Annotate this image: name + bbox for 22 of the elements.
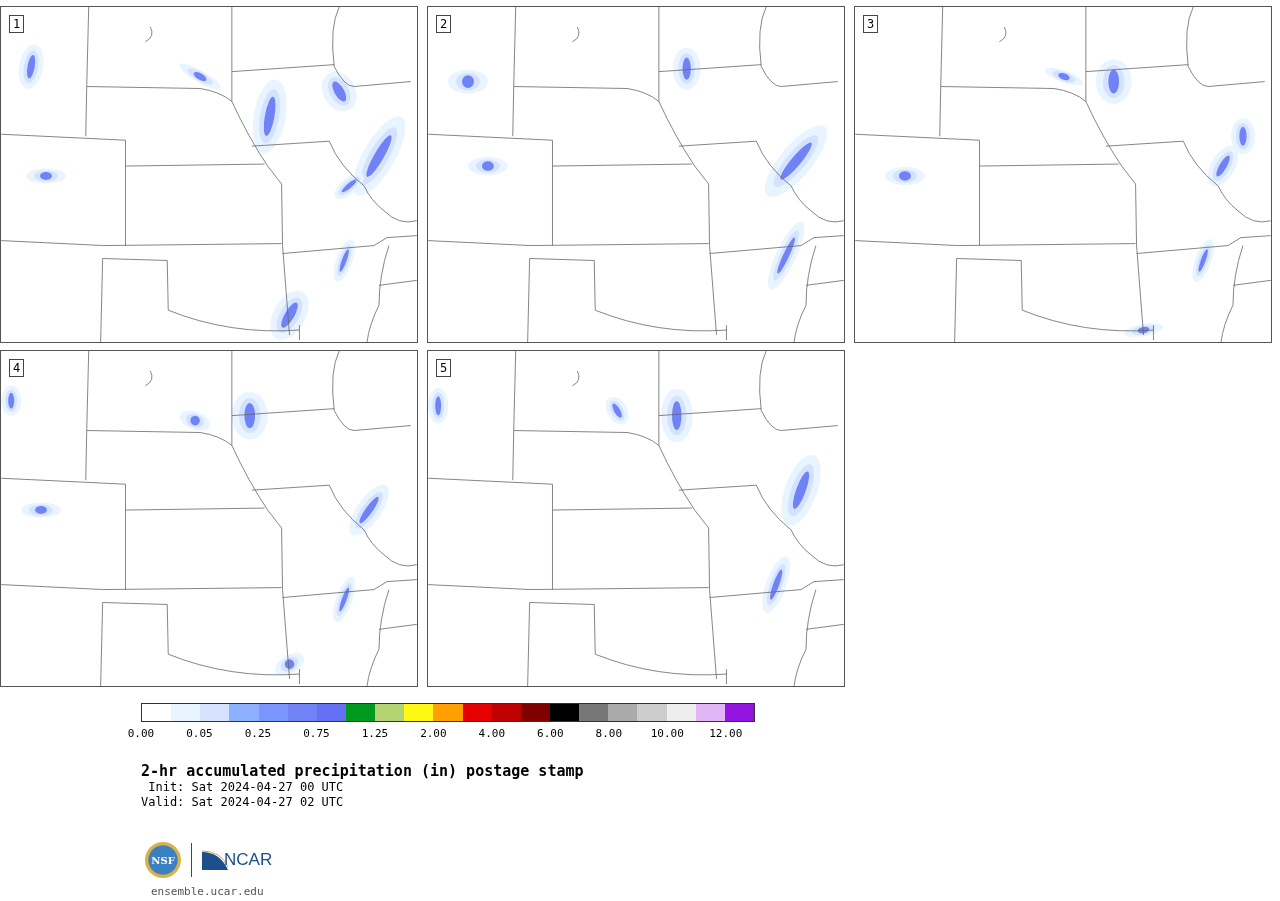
colorbar-tick-label: 1.25: [361, 727, 389, 740]
colorbar-tick-label: 0.00: [127, 727, 155, 740]
colorbar-tick-label: 4.00: [478, 727, 506, 740]
colorbar-tick-label: 10.00: [650, 727, 684, 740]
panel-number: 2: [436, 15, 452, 33]
init-time: Init: Sat 2024-04-27 00 UTC: [147, 780, 345, 795]
panel-number: 1: [9, 15, 25, 33]
panel-number: 5: [436, 359, 452, 377]
colorbar-tick-label: 2.00: [420, 727, 447, 740]
panel-number: 3: [863, 15, 879, 33]
colorbar-tick-label: 6.00: [537, 727, 564, 740]
colorbar-tick-label: 0.05: [186, 727, 213, 740]
website-url: ensemble.ucar.edu: [151, 885, 265, 898]
nsf-logo-text: NSF: [151, 854, 175, 866]
colorbar-tick-label: 8.00: [595, 727, 623, 740]
colorbar-tick-label: 12.00: [709, 727, 743, 740]
panel-number: 4: [9, 359, 25, 377]
colorbar-tick-label: 0.25: [244, 727, 272, 740]
colorbar-tick-label: 0.75: [303, 727, 330, 740]
ncar-logo-text: NCAR: [224, 850, 273, 870]
chart-title: 2-hr accumulated precipitation (in) postage stamp: [141, 762, 585, 780]
valid-time: Valid: Sat 2024-04-27 02 UTC: [141, 795, 345, 810]
